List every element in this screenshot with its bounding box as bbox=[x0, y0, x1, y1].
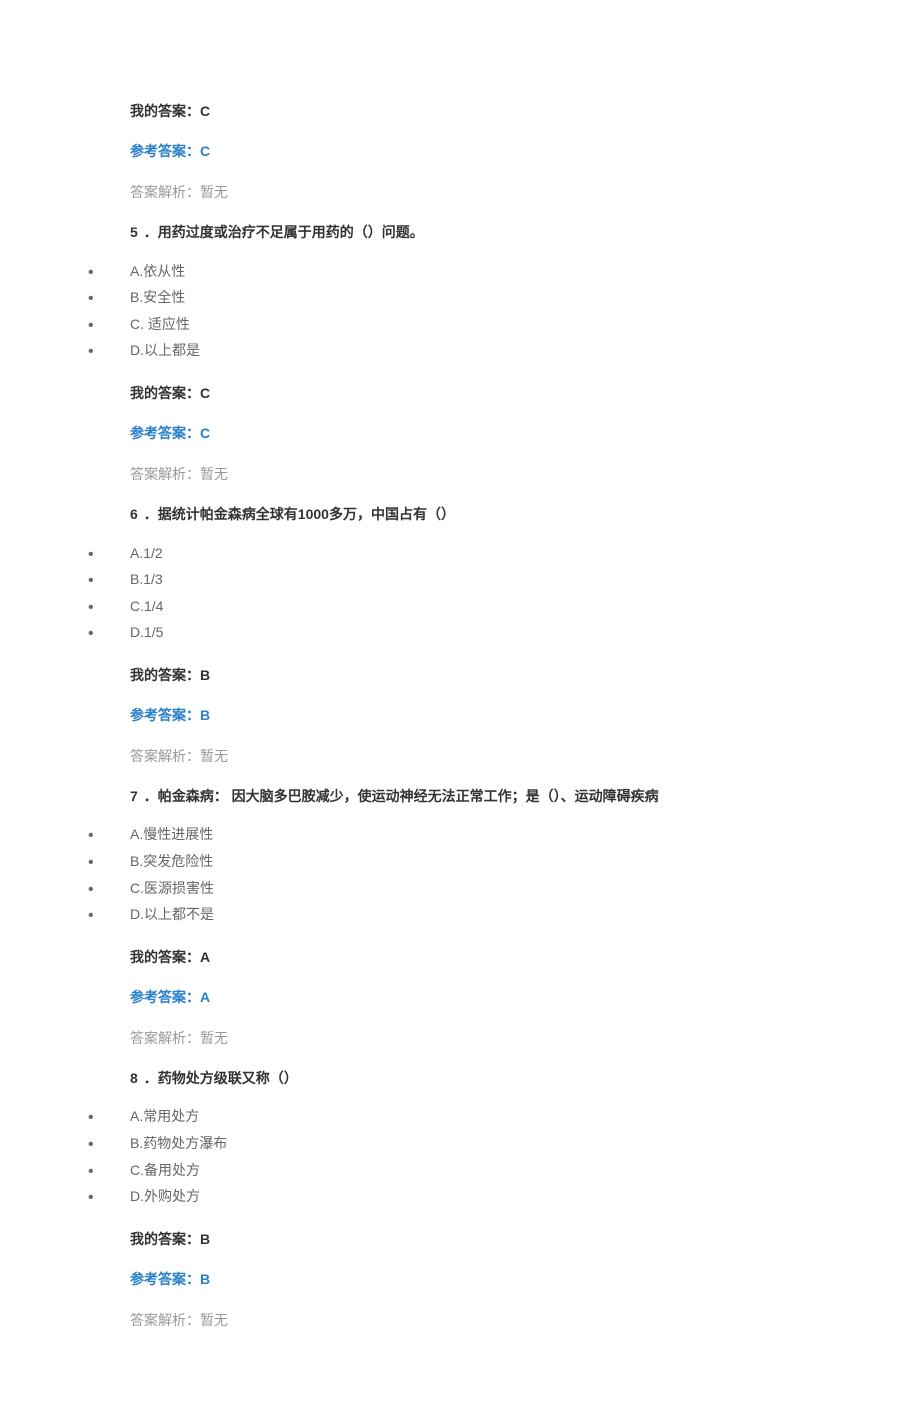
options-list: A.1/2 B.1/3 C.1/4 D.1/5 bbox=[88, 540, 920, 646]
my-answer-value: B bbox=[200, 1231, 210, 1247]
analysis-label: 答案解析： bbox=[130, 184, 200, 200]
options-list: A.常用处方 B.药物处方瀑布 C.备用处方 D.外购处方 bbox=[88, 1103, 920, 1209]
ref-answer-label: 参考答案： bbox=[130, 1271, 200, 1287]
my-answer-value: B bbox=[200, 667, 210, 683]
ref-answer-value: B bbox=[200, 707, 210, 723]
question-body: ．帕金森病： 因大脑多巴胺减少，使运动神经无法正常工作；是（）、运动障碍疾病 bbox=[144, 788, 659, 804]
reference-answer: 参考答案：B bbox=[130, 1268, 920, 1290]
analysis-label: 答案解析： bbox=[130, 466, 200, 482]
question-text: 7 ．帕金森病： 因大脑多巴胺减少，使运动神经无法正常工作；是（）、运动障碍疾病 bbox=[130, 785, 920, 807]
my-answer: 我的答案：A bbox=[130, 946, 920, 968]
question-number: 8 bbox=[130, 1070, 138, 1086]
options-list: A.依从性 B.安全性 C. 适应性 D.以上都是 bbox=[88, 258, 920, 364]
ref-answer-label: 参考答案： bbox=[130, 143, 200, 159]
my-answer-value: C bbox=[200, 385, 210, 401]
my-answer-label: 我的答案： bbox=[130, 103, 200, 119]
option-item: A.依从性 bbox=[88, 258, 920, 285]
option-item: A.慢性进展性 bbox=[88, 821, 920, 848]
reference-answer: 参考答案：A bbox=[130, 986, 920, 1008]
option-item: C.备用处方 bbox=[88, 1157, 920, 1184]
question-block: 5．用药过度或治疗不足属于用药的（）问题。 A.依从性 B.安全性 C. 适应性… bbox=[130, 221, 920, 485]
question-number: 6 bbox=[130, 506, 138, 522]
question-body: ．药物处方级联又称（） bbox=[144, 1070, 298, 1086]
analysis-label: 答案解析： bbox=[130, 1312, 200, 1328]
option-item: C. 适应性 bbox=[88, 311, 920, 338]
my-answer-label: 我的答案： bbox=[130, 1231, 200, 1247]
question-body: ．用药过度或治疗不足属于用药的（）问题。 bbox=[144, 224, 424, 240]
option-item: D.以上都是 bbox=[88, 337, 920, 364]
quiz-content: 我的答案：C 参考答案：C 答案解析：暂无 5．用药过度或治疗不足属于用药的（）… bbox=[0, 100, 920, 1331]
option-item: B.安全性 bbox=[88, 284, 920, 311]
analysis-value: 暂无 bbox=[200, 184, 228, 200]
question-block: 7．帕金森病： 因大脑多巴胺减少，使运动神经无法正常工作；是（）、运动障碍疾病 … bbox=[130, 785, 920, 1049]
option-item: D.以上都不是 bbox=[88, 901, 920, 928]
option-item: B.药物处方瀑布 bbox=[88, 1130, 920, 1157]
analysis-value: 暂无 bbox=[200, 1030, 228, 1046]
option-item: C.医源损害性 bbox=[88, 875, 920, 902]
my-answer-label: 我的答案： bbox=[130, 667, 200, 683]
option-item: D.1/5 bbox=[88, 619, 920, 646]
options-list: A.慢性进展性 B.突发危险性 C.医源损害性 D.以上都不是 bbox=[88, 821, 920, 927]
answer-analysis: 答案解析：暂无 bbox=[130, 1027, 920, 1049]
my-answer: 我的答案：C bbox=[130, 382, 920, 404]
analysis-label: 答案解析： bbox=[130, 748, 200, 764]
reference-answer: 参考答案：B bbox=[130, 704, 920, 726]
ref-answer-label: 参考答案： bbox=[130, 989, 200, 1005]
my-answer-label: 我的答案： bbox=[130, 949, 200, 965]
question-text: 6 ．据统计帕金森病全球有1000多万，中国占有（） bbox=[130, 503, 920, 525]
option-item: B.1/3 bbox=[88, 566, 920, 593]
answer-analysis: 答案解析：暂无 bbox=[130, 181, 920, 203]
answer-analysis: 答案解析：暂无 bbox=[130, 745, 920, 767]
question-block: 8．药物处方级联又称（） A.常用处方 B.药物处方瀑布 C.备用处方 D.外购… bbox=[130, 1067, 920, 1331]
option-item: A.1/2 bbox=[88, 540, 920, 567]
my-answer-value: C bbox=[200, 103, 210, 119]
my-answer: 我的答案：C bbox=[130, 100, 920, 122]
analysis-value: 暂无 bbox=[200, 466, 228, 482]
analysis-value: 暂无 bbox=[200, 748, 228, 764]
ref-answer-value: B bbox=[200, 1271, 210, 1287]
analysis-value: 暂无 bbox=[200, 1312, 228, 1328]
question-body: ．据统计帕金森病全球有1000多万，中国占有（） bbox=[144, 506, 455, 522]
question-block: 我的答案：C 参考答案：C 答案解析：暂无 bbox=[130, 100, 920, 203]
ref-answer-value: C bbox=[200, 425, 210, 441]
reference-answer: 参考答案：C bbox=[130, 422, 920, 444]
question-block: 6．据统计帕金森病全球有1000多万，中国占有（） A.1/2 B.1/3 C.… bbox=[130, 503, 920, 767]
my-answer: 我的答案：B bbox=[130, 664, 920, 686]
option-item: C.1/4 bbox=[88, 593, 920, 620]
answer-analysis: 答案解析：暂无 bbox=[130, 1309, 920, 1331]
my-answer: 我的答案：B bbox=[130, 1228, 920, 1250]
my-answer-value: A bbox=[200, 949, 210, 965]
ref-answer-value: A bbox=[200, 989, 210, 1005]
reference-answer: 参考答案：C bbox=[130, 140, 920, 162]
analysis-label: 答案解析： bbox=[130, 1030, 200, 1046]
option-item: D.外购处方 bbox=[88, 1183, 920, 1210]
my-answer-label: 我的答案： bbox=[130, 385, 200, 401]
question-number: 7 bbox=[130, 788, 138, 804]
question-text: 8 ．药物处方级联又称（） bbox=[130, 1067, 920, 1089]
question-number: 5 bbox=[130, 224, 138, 240]
option-item: B.突发危险性 bbox=[88, 848, 920, 875]
question-text: 5 ．用药过度或治疗不足属于用药的（）问题。 bbox=[130, 221, 920, 243]
ref-answer-label: 参考答案： bbox=[130, 707, 200, 723]
option-item: A.常用处方 bbox=[88, 1103, 920, 1130]
ref-answer-label: 参考答案： bbox=[130, 425, 200, 441]
ref-answer-value: C bbox=[200, 143, 210, 159]
answer-analysis: 答案解析：暂无 bbox=[130, 463, 920, 485]
